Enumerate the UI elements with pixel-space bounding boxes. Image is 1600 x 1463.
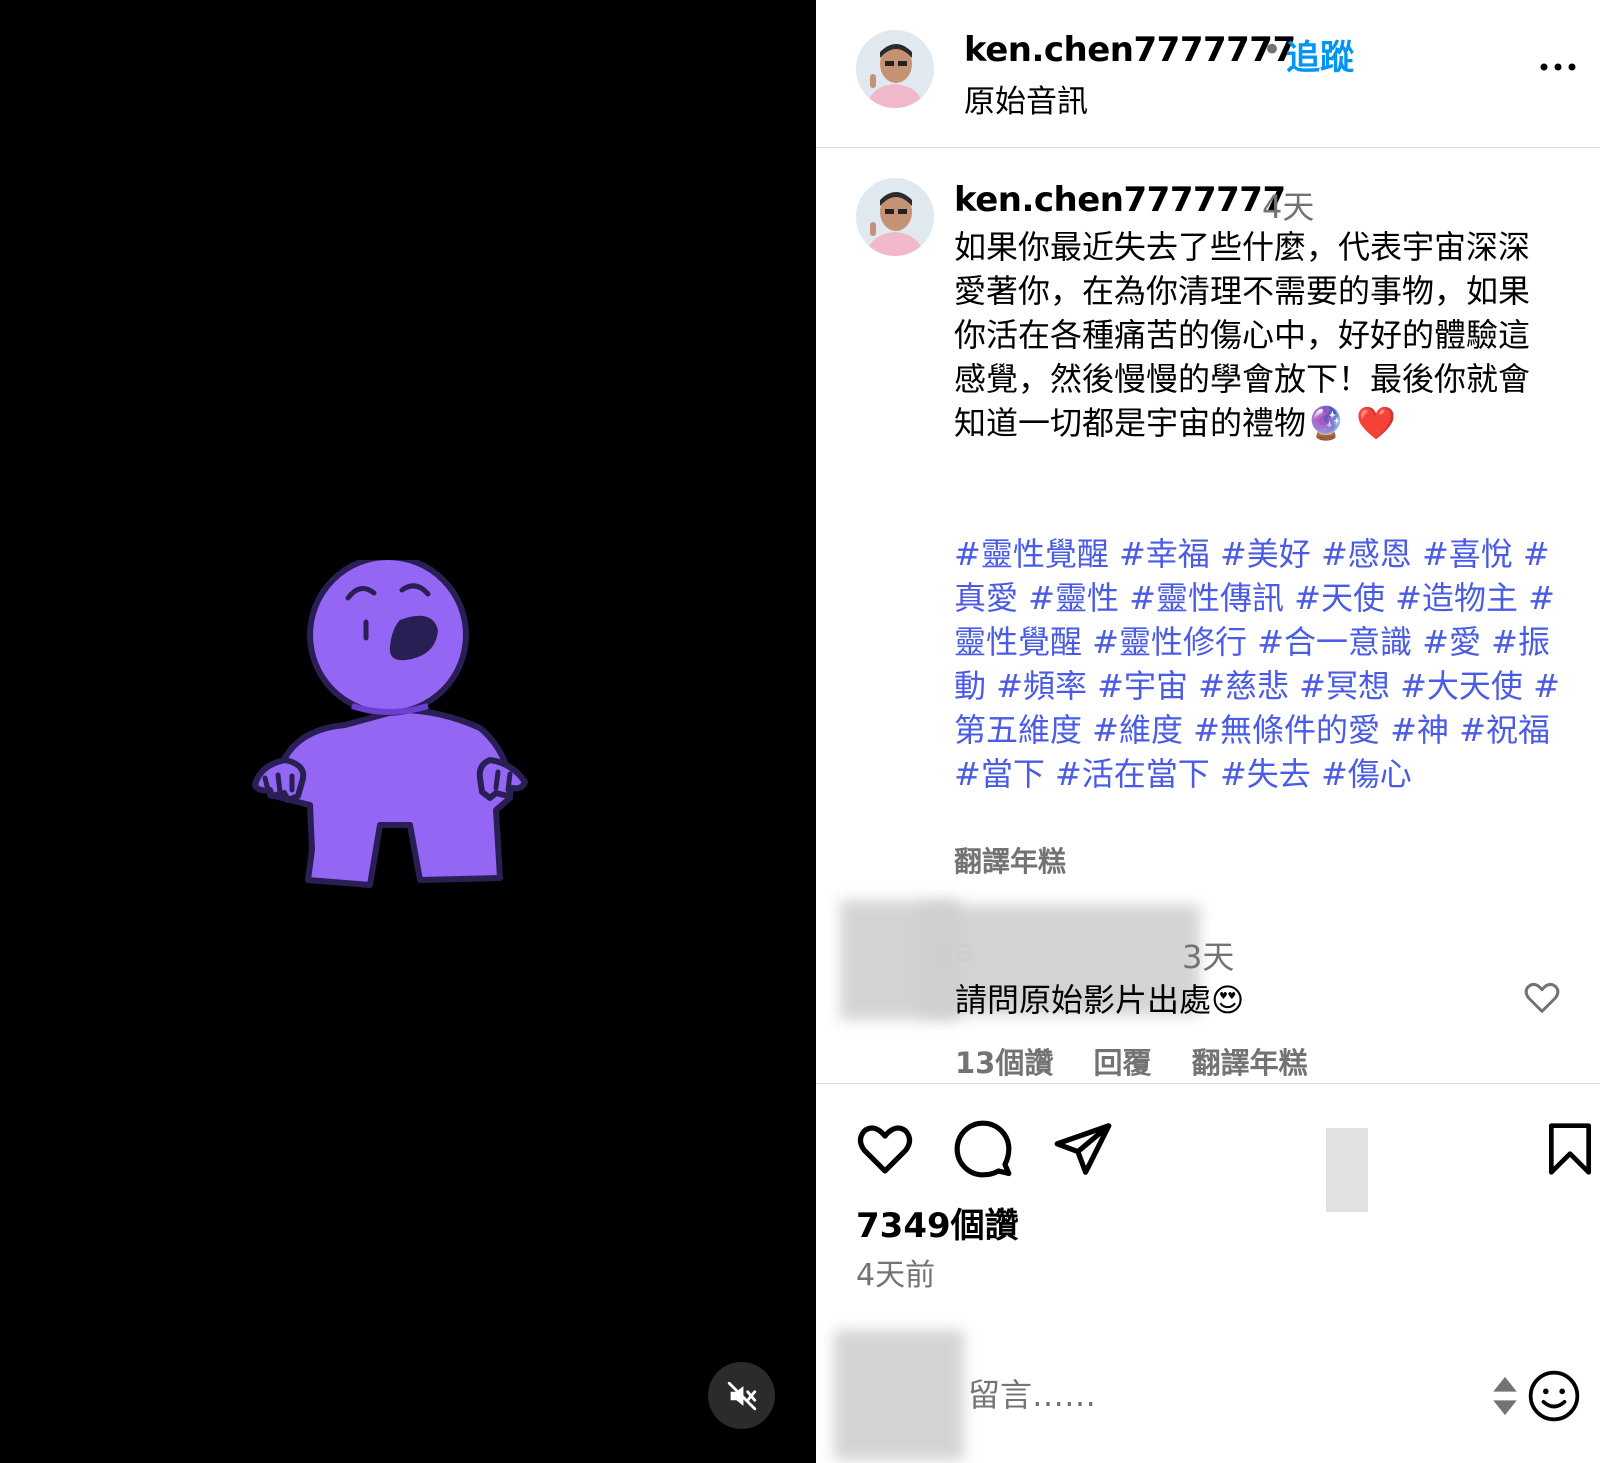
mute-icon bbox=[727, 1381, 756, 1410]
caption-timestamp[interactable]: 4天 bbox=[1262, 182, 1314, 228]
heart-icon[interactable] bbox=[854, 1118, 916, 1180]
comment-input[interactable] bbox=[966, 1375, 1440, 1415]
avatar-image bbox=[856, 178, 934, 256]
avatar-image bbox=[856, 30, 934, 108]
sort-icon[interactable] bbox=[1490, 1374, 1520, 1418]
redacted-block bbox=[1326, 1128, 1368, 1212]
share-icon[interactable] bbox=[1052, 1118, 1114, 1180]
author-avatar[interactable] bbox=[856, 30, 934, 108]
separator-dot: • bbox=[1262, 30, 1283, 70]
emoji-icon[interactable] bbox=[1526, 1368, 1582, 1424]
caption-avatar[interactable] bbox=[856, 178, 934, 256]
user-avatar-blurred bbox=[834, 1330, 964, 1460]
caption-username[interactable]: ken.chen7777777 bbox=[954, 180, 1286, 220]
comment-timestamp[interactable]: 3天 bbox=[1182, 932, 1234, 978]
comment-heart-icon[interactable] bbox=[1522, 978, 1562, 1018]
caption-text: 如果你最近失去了些什麼，代表宇宙深深愛著你，在為你清理不需要的事物，如果你活在各… bbox=[954, 228, 1531, 442]
bookmark-icon[interactable] bbox=[1542, 1118, 1598, 1180]
post-header: ken.chen7777777 • 追蹤 原始音訊 bbox=[816, 0, 1600, 148]
comment-icon[interactable] bbox=[952, 1118, 1014, 1180]
comment-translate-link[interactable]: 翻譯年糕 bbox=[1192, 1046, 1308, 1080]
hashtag-list[interactable]: #靈性覺醒 #幸福 #美好 #感恩 #喜悅 #真愛 #靈性 #靈性傳訊 #天使 … bbox=[954, 532, 1564, 796]
comment-likes[interactable]: 13個讚 bbox=[955, 1046, 1053, 1080]
like-count[interactable]: 7349個讚 bbox=[856, 1198, 1019, 1247]
follow-button[interactable]: 追蹤 bbox=[1286, 30, 1354, 79]
video-player[interactable] bbox=[0, 0, 816, 1463]
audio-link[interactable]: 原始音訊 bbox=[964, 76, 1088, 121]
reply-button[interactable]: 回覆 bbox=[1093, 1046, 1151, 1080]
comment-text: 請問原始影片出處😍 bbox=[955, 981, 1245, 1019]
comment-actions: 13個讚 回覆 翻譯年糕 bbox=[955, 1040, 1338, 1082]
more-icon[interactable] bbox=[1536, 52, 1580, 82]
author-username[interactable]: ken.chen7777777 bbox=[964, 30, 1296, 70]
divider bbox=[816, 1083, 1600, 1084]
post-date[interactable]: 4天前 bbox=[856, 1250, 935, 1294]
purple-character-sticker bbox=[252, 560, 528, 888]
mute-button[interactable] bbox=[708, 1362, 775, 1429]
translate-link[interactable]: 翻譯年糕 bbox=[954, 840, 1066, 880]
